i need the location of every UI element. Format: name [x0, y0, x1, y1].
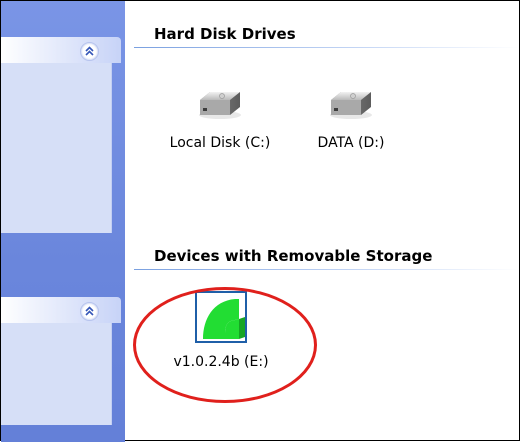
task-pane-header-1[interactable]	[1, 37, 121, 63]
removable-drive-icon	[195, 291, 247, 343]
drive-removable-e[interactable]: v1.0.2.4b (E:)	[151, 291, 291, 370]
task-pane	[1, 1, 125, 442]
chevron-double-up-icon	[85, 46, 94, 56]
collapse-section-2-button[interactable]	[80, 302, 99, 321]
section-title-removable-storage: Devices with Removable Storage	[154, 247, 433, 265]
drive-label: v1.0.2.4b (E:)	[173, 354, 269, 370]
hard-disk-icon	[199, 92, 241, 119]
section-divider	[134, 47, 519, 48]
task-pane-box-1	[1, 61, 112, 233]
section-divider	[134, 269, 519, 270]
collapse-section-1-button[interactable]	[80, 42, 99, 61]
drive-data-d[interactable]: DATA (D:)	[301, 87, 401, 151]
task-pane-header-2[interactable]	[1, 297, 121, 323]
drive-label: Local Disk (C:)	[169, 135, 271, 151]
chevron-double-up-icon	[85, 306, 94, 316]
section-title-hard-disk-drives: Hard Disk Drives	[154, 25, 296, 43]
drive-label: DATA (D:)	[317, 135, 385, 151]
task-pane-box-2	[1, 321, 112, 425]
hard-disk-icon	[330, 92, 372, 119]
drive-local-disk-c[interactable]: Local Disk (C:)	[152, 87, 288, 151]
